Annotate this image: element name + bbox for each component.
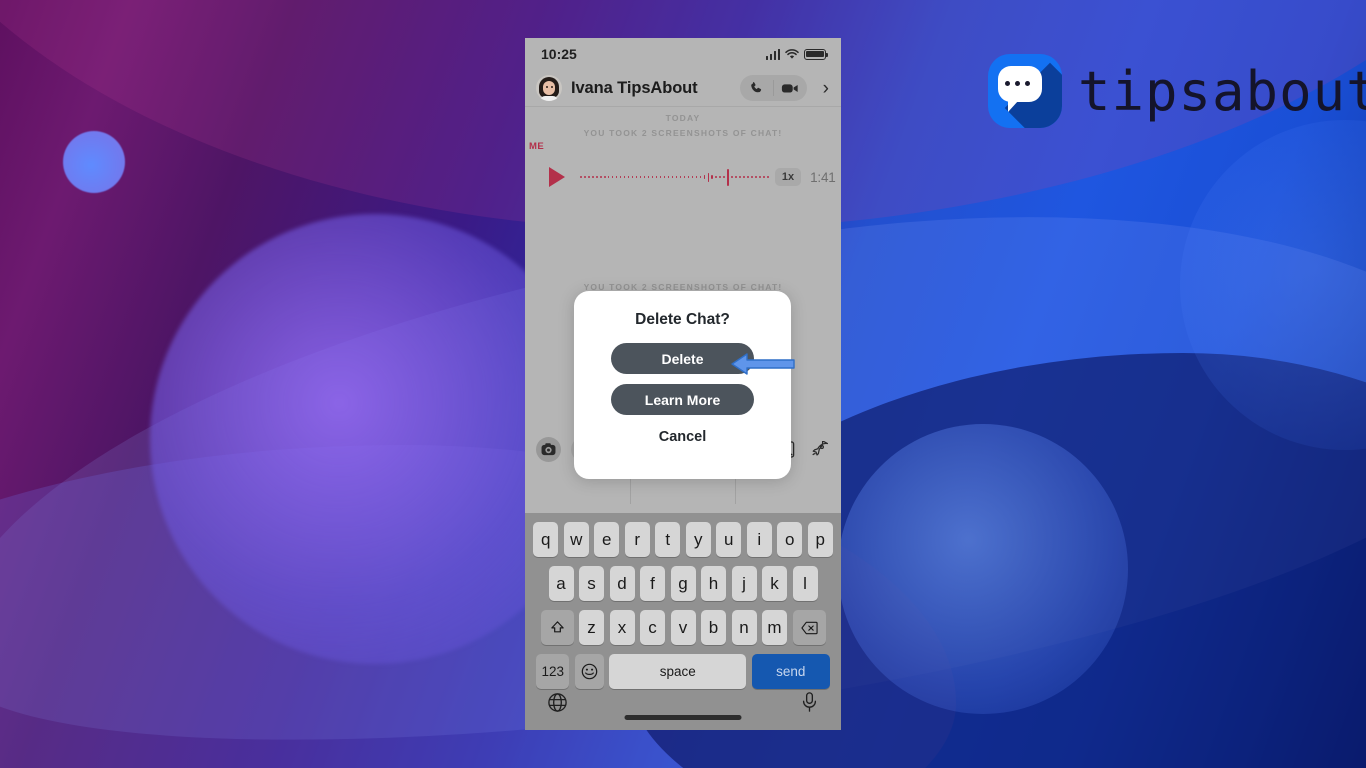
- key-r[interactable]: r: [624, 522, 650, 557]
- key-i[interactable]: i: [746, 522, 772, 557]
- key-a[interactable]: a: [548, 566, 574, 601]
- contact-avatar[interactable]: [536, 75, 562, 101]
- day-divider: TODAY: [665, 113, 701, 123]
- key-n[interactable]: n: [731, 610, 757, 645]
- key-l[interactable]: l: [792, 566, 818, 601]
- key-s[interactable]: s: [579, 566, 604, 601]
- key-o[interactable]: o: [777, 522, 803, 557]
- key-q[interactable]: q: [533, 522, 559, 557]
- wifi-icon: [785, 48, 799, 60]
- key-z[interactable]: z: [579, 610, 604, 645]
- key-y[interactable]: y: [685, 522, 711, 557]
- delete-chat-dialog: Delete Chat? Delete Learn More Cancel: [574, 291, 791, 479]
- status-bar: 10:25: [525, 38, 841, 70]
- key-v[interactable]: v: [670, 610, 696, 645]
- wallpaper-blob-small: [63, 131, 125, 193]
- message-sender-label: ME: [529, 141, 545, 152]
- key-d[interactable]: d: [609, 566, 635, 601]
- brand-logo-text: tipsabout: [1078, 59, 1366, 123]
- rocket-icon[interactable]: [808, 440, 830, 458]
- key-f[interactable]: f: [640, 566, 665, 601]
- camera-icon[interactable]: [536, 436, 561, 462]
- cancel-button[interactable]: Cancel: [574, 429, 791, 445]
- key-k[interactable]: k: [762, 566, 787, 601]
- status-bar-time: 10:25: [541, 46, 577, 62]
- learn-more-button[interactable]: Learn More: [611, 384, 754, 415]
- chat-bubble-logo-icon: [988, 54, 1062, 128]
- audio-waveform[interactable]: [580, 168, 769, 186]
- video-camera-icon[interactable]: [774, 81, 807, 95]
- voice-duration: 1:41: [810, 169, 836, 185]
- key-m[interactable]: m: [762, 610, 787, 645]
- call-buttons-group: [739, 75, 807, 101]
- chevron-right-icon[interactable]: ›: [823, 79, 829, 98]
- key-e[interactable]: e: [594, 522, 620, 557]
- key-g[interactable]: g: [670, 566, 696, 601]
- microphone-icon[interactable]: [800, 691, 819, 713]
- globe-language-icon[interactable]: [547, 692, 568, 713]
- key-p[interactable]: p: [807, 522, 833, 557]
- screenshot-notice-bottom: YOU TOOK 2 SCREENSHOTS OF CHAT!: [583, 282, 783, 292]
- key-h[interactable]: h: [701, 566, 726, 601]
- cellular-signal-icon: [765, 48, 780, 60]
- key-w[interactable]: w: [563, 522, 589, 557]
- keyboard-row-1: qwertyuiop: [525, 522, 841, 557]
- phone-screenshot: 10:25 Ivana TipsAbout › TODAY YOU TOOK 2…: [525, 38, 841, 730]
- keyboard-bottom-bar: [525, 674, 841, 730]
- screenshot-notice-top: YOU TOOK 2 SCREENSHOTS OF CHAT!: [583, 128, 783, 138]
- wallpaper-blob-mid: [838, 424, 1128, 714]
- on-screen-keyboard: qwertyuiop asdfghjkl zxcvbnm 123 space s…: [525, 513, 841, 730]
- key-x[interactable]: x: [609, 610, 635, 645]
- chat-header: Ivana TipsAbout ›: [525, 70, 841, 107]
- shift-arrow-icon[interactable]: [540, 610, 574, 645]
- battery-full-icon: [804, 48, 828, 60]
- key-j[interactable]: j: [731, 566, 757, 601]
- brand-logo: tipsabout: [988, 54, 1366, 128]
- voice-message[interactable]: 1x 1:41: [529, 154, 836, 200]
- key-t[interactable]: t: [655, 522, 681, 557]
- home-indicator: [624, 715, 742, 720]
- key-c[interactable]: c: [640, 610, 665, 645]
- contact-name: Ivana TipsAbout: [571, 78, 698, 97]
- key-u[interactable]: u: [716, 522, 742, 557]
- phone-call-icon[interactable]: [740, 81, 773, 96]
- left-arrow-pointer: [730, 350, 796, 378]
- key-b[interactable]: b: [701, 610, 726, 645]
- backspace-icon[interactable]: [792, 610, 826, 645]
- play-triangle-icon[interactable]: [549, 167, 565, 187]
- playback-speed-badge[interactable]: 1x: [774, 168, 802, 186]
- keyboard-row-3: zxcvbnm: [525, 610, 841, 645]
- keyboard-row-2: asdfghjkl: [525, 566, 841, 601]
- dialog-title: Delete Chat?: [635, 311, 730, 328]
